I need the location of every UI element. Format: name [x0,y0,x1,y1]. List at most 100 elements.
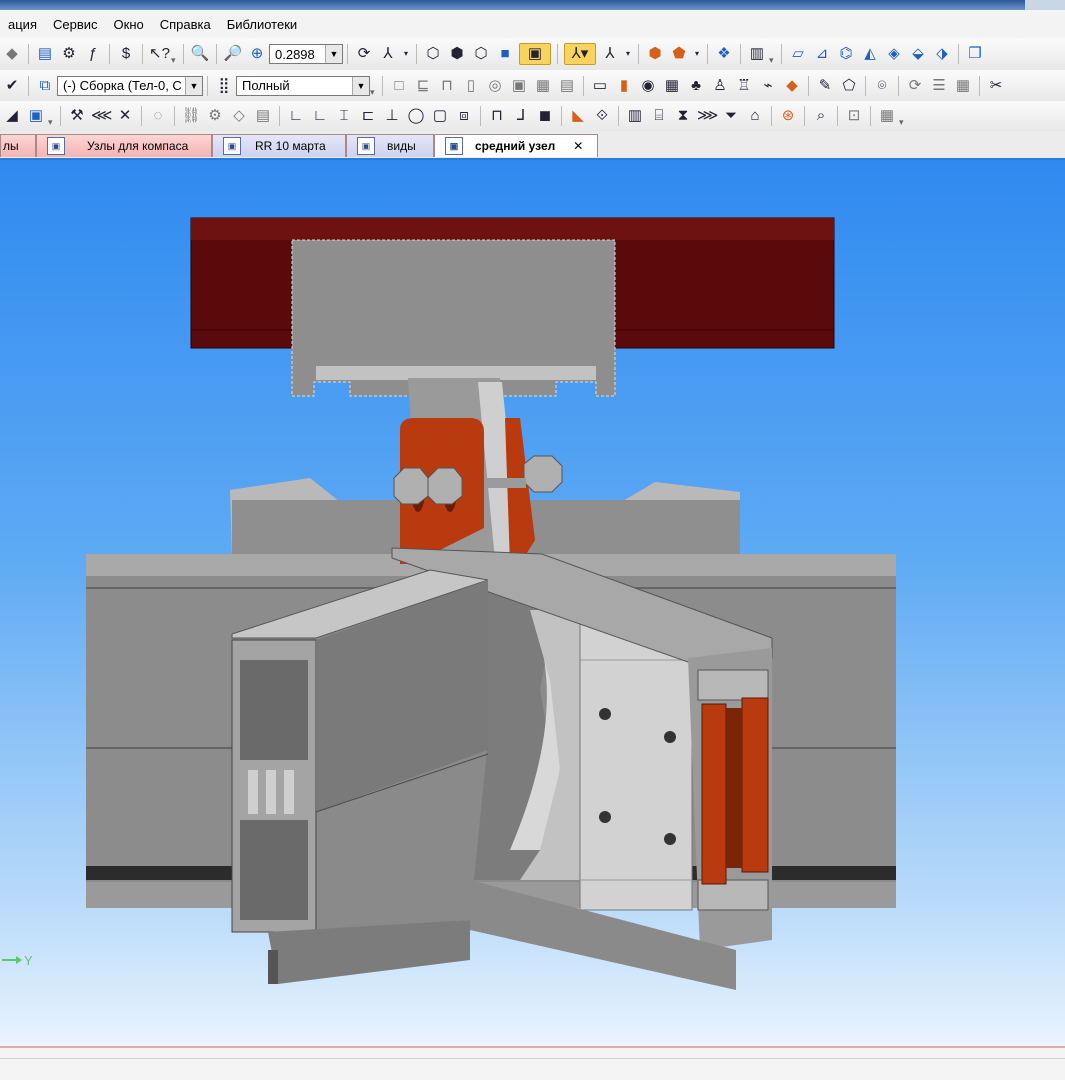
globe-icon[interactable]: ◉ [638,76,658,96]
window-controls[interactable] [1025,0,1065,10]
lshape-icon[interactable]: ⊑ [413,76,433,96]
shell-icon[interactable]: ⬗ [932,44,952,64]
tab-doc-3[interactable]: ▣ RR 10 марта [212,134,346,157]
assembly-state-combo[interactable]: (-) Сборка (Тел-0, С ▼ [57,75,203,96]
plane-icon[interactable]: ◣ [568,106,588,126]
frame-icon[interactable]: ▣ [509,76,529,96]
grid-icon[interactable]: ▦ [533,76,553,96]
cut-gray-icon[interactable]: ⊡ [844,106,864,126]
chevron-down-icon[interactable]: ▼ [325,45,342,63]
marking-icon[interactable]: ⊛ [778,106,798,126]
table-icon[interactable]: ▦ [662,76,682,96]
dropdown-arrow-icon[interactable]: ▾ [402,44,410,64]
cross-icon[interactable]: ✕ [115,106,135,126]
circle-gray-icon[interactable]: ◌ [148,106,168,126]
stair-icon[interactable]: ⋙ [697,106,718,126]
arrow-icon[interactable]: ◆ [2,44,22,64]
spec-icon[interactable]: ▦ [877,106,897,126]
refresh-icon[interactable]: ⟳ [905,76,925,96]
check-icon[interactable]: ✔ [2,76,22,96]
channel-profile-icon[interactable]: ⊏ [358,106,378,126]
pen-icon[interactable]: ✎ [815,76,835,96]
document-icon[interactable]: ▣ [26,106,46,126]
loft-icon[interactable]: ◈ [884,44,904,64]
sheet-icon[interactable]: ◼ [535,106,555,126]
close-icon[interactable]: ✕ [573,139,583,153]
shaded-icon[interactable]: ■ [495,44,515,64]
zoom-scale-combo[interactable]: 0.2898 ▼ [269,44,343,64]
model-viewport[interactable]: Y [0,160,1065,1046]
diamond-gray-icon[interactable]: ◇ [229,106,249,126]
point-icon[interactable]: ⟐ [592,106,612,126]
cut-icon[interactable]: ⬙ [908,44,928,64]
doc-gray-icon[interactable]: ▤ [253,106,273,126]
sketch-plane-icon[interactable]: ▱ [788,44,808,64]
truss-icon[interactable]: ⌂ [745,106,765,126]
menu-item-service[interactable]: Сервис [45,17,106,32]
slope-icon[interactable]: ⋘ [91,106,112,126]
hidden-lines-icon[interactable]: ⬢ [447,44,467,64]
tree-icon[interactable]: ▤ [35,44,55,64]
rotate-op-icon[interactable]: ⌬ [836,44,856,64]
angle-profile-2-icon[interactable]: ∟ [310,106,330,126]
zoom-in-icon[interactable]: ⊕ [247,44,267,64]
window-icon[interactable]: ▭ [590,76,610,96]
part-icon[interactable]: ⬢ [645,44,665,64]
variables-icon[interactable]: ⚙ [59,44,79,64]
zoom-dynamic-icon[interactable]: 🔎 [223,44,243,64]
filter-icon[interactable]: ⅄▾ [564,43,596,65]
toolbar-grip[interactable]: ▾ [48,118,56,127]
eraser-icon[interactable]: ◆ [782,76,802,96]
menu-item-help[interactable]: Справка [152,17,219,32]
list-icon[interactable]: ▤ [557,76,577,96]
hole-icon[interactable]: ◎ [485,76,505,96]
grating-icon[interactable]: ▥ [625,106,645,126]
tee-profile-icon[interactable]: ⊥ [382,106,402,126]
table-gray-icon[interactable]: ▦ [953,76,973,96]
hourglass-icon[interactable]: ⧗ [673,106,693,126]
person-icon[interactable]: ♙ [710,76,730,96]
library-icon[interactable]: ❖ [714,44,734,64]
select-filter-icon[interactable]: ⅄ [600,44,620,64]
menu-item-libraries[interactable]: Библиотеки [219,17,305,32]
menu-item-partial[interactable]: ация [0,17,45,32]
copy-icon[interactable]: ❐ [965,44,985,64]
pipe-profile-icon[interactable]: ◯ [406,106,426,126]
custom-profile-icon[interactable]: ⧈ [454,106,474,126]
tab-doc-2[interactable]: ▣ Узлы для компаса [36,134,212,157]
display-mode-combo[interactable]: Полный ▼ [236,75,370,96]
help-pointer-icon[interactable]: ↖? [149,44,170,64]
hidden-thin-icon[interactable]: ⬡ [471,44,491,64]
sweep-icon[interactable]: ◭ [860,44,880,64]
orientation-icon[interactable]: ⅄ [378,44,398,64]
plate-icon[interactable]: ▯ [461,76,481,96]
tab-doc-active[interactable]: ▣ средний узел ✕ [434,134,598,157]
weld-icon[interactable]: ⚒ [67,106,87,126]
magnet-icon[interactable]: ⌾ [872,76,892,96]
gear-gray-icon[interactable]: ⚙ [205,106,225,126]
dropdown-arrow-icon[interactable]: ▾ [624,44,632,64]
properties-icon[interactable]: ▥ [747,44,767,64]
menu-item-window[interactable]: Окно [106,17,152,32]
links-icon[interactable]: ⛓ [181,106,201,126]
tree-shape-icon[interactable]: ♣ [686,76,706,96]
toolbar-grip[interactable]: ▾ [171,56,179,65]
search-part-icon[interactable]: ⌕ [811,106,831,126]
wireframe-icon[interactable]: ⬡ [423,44,443,64]
tool-a-icon[interactable]: ◢ [2,106,22,126]
shaded-edges-icon[interactable]: ▣ [519,43,551,65]
frame-profile-icon[interactable]: ⊓ [487,106,507,126]
measure-icon[interactable]: $ [116,44,136,64]
tools-icon[interactable]: ✂ [986,76,1006,96]
chevron-down-icon[interactable]: ▼ [352,76,369,95]
rect-icon[interactable]: □ [389,76,409,96]
bracket-icon[interactable]: ⏷ [721,106,741,126]
detail-level-icon[interactable]: ⣿ [214,76,234,96]
assembly-tree-icon[interactable]: ⧉ [35,76,55,96]
rotate-icon[interactable]: ⟳ [354,44,374,64]
toolbar-grip[interactable]: ▾ [899,118,907,127]
toolbar-grip[interactable]: ▾ [769,56,777,65]
column-icon[interactable]: ⌸ [649,106,669,126]
shape-icon[interactable]: ⬠ [839,76,859,96]
function-icon[interactable]: ƒ [83,44,103,64]
